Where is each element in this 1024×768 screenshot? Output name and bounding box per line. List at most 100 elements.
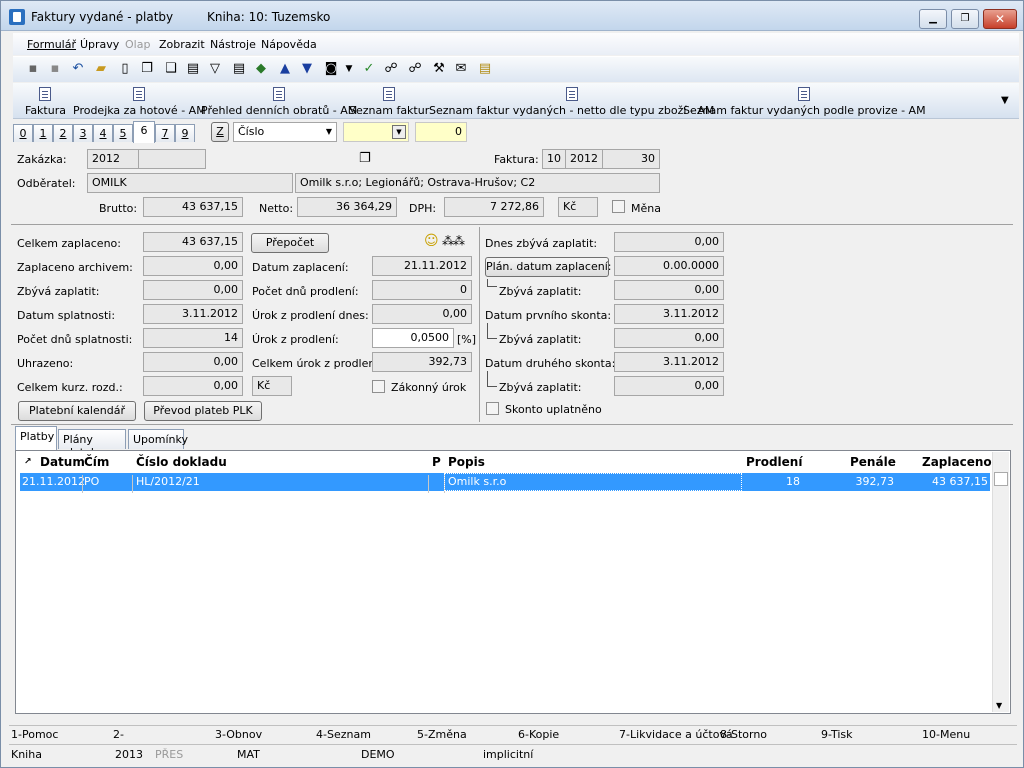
close-button[interactable]: ✕	[983, 9, 1017, 29]
tab-1[interactable]: 1	[33, 124, 53, 142]
toolbar-overflow-icon[interactable]: ▼	[1001, 95, 1009, 106]
save-as-icon[interactable]: ▪	[47, 61, 63, 77]
mena-checkbox[interactable]	[612, 200, 625, 213]
save-icon[interactable]: ▪	[25, 61, 41, 77]
zaplaceno-archivem-field[interactable]: 0,00	[143, 256, 243, 276]
col-cislo-dokladu[interactable]: Číslo dokladu	[136, 455, 227, 469]
report-faktura[interactable]: Faktura	[25, 85, 66, 117]
copy-icon[interactable]: ❐	[359, 151, 371, 166]
tab-9[interactable]: 9	[175, 124, 195, 142]
search-value-field[interactable]: 0	[415, 122, 467, 142]
fkey-3[interactable]: 3-Obnov	[215, 728, 262, 741]
plan-datum-button[interactable]: Plán. datum zaplacení:	[485, 257, 611, 277]
report-prehled[interactable]: Přehled denních obratů - AM	[201, 85, 357, 117]
urok-field[interactable]: 0,0500	[372, 328, 454, 348]
scroll-down-icon[interactable]: ▼	[996, 701, 1002, 710]
filter-field[interactable]: ▼	[343, 122, 409, 142]
odberatel-field[interactable]: OMILK	[87, 173, 293, 193]
col-popis[interactable]: Popis	[448, 455, 485, 469]
col-datum[interactable]: Datum	[40, 455, 85, 469]
prevod-plateb-button[interactable]: Převod plateb PLK	[144, 401, 262, 421]
report-seznam-faktur[interactable]: Seznam faktur	[349, 85, 429, 117]
fkey-6[interactable]: 6-Kopie	[518, 728, 559, 741]
tab-5[interactable]: 5	[113, 124, 133, 142]
zakonny-checkbox[interactable]	[372, 380, 385, 393]
dropdown-icon[interactable]: ▼	[392, 125, 406, 139]
dph-field[interactable]: 7 272,86	[444, 197, 544, 217]
binoculars-icon[interactable]: ☍	[383, 61, 399, 77]
new-document-icon[interactable]: ▯	[117, 61, 133, 77]
uhrazeno-field[interactable]: 0,00	[143, 352, 243, 372]
fkey-1[interactable]: 1-Pomoc	[11, 728, 58, 741]
filter-icon[interactable]: ▽	[207, 61, 223, 77]
report-seznam-netto[interactable]: Seznam faktur vydaných - netto dle typu …	[429, 85, 714, 117]
netto-field[interactable]: 36 364,29	[297, 197, 397, 217]
celkem-urok-field[interactable]: 392,73	[372, 352, 472, 372]
camera-dropdown-icon[interactable]: ▼	[341, 61, 357, 77]
zakazka-field[interactable]: 2012	[87, 149, 139, 169]
tab-upominky[interactable]: Upomínky	[128, 429, 188, 449]
undo-icon[interactable]: ↶	[70, 61, 86, 77]
pocet-dnu-field[interactable]: 14	[143, 328, 243, 348]
skonto-uplatneno-checkbox[interactable]	[486, 402, 499, 415]
menu-nastroje[interactable]: Nástroje	[210, 38, 256, 51]
tab-4[interactable]: 4	[93, 124, 113, 142]
col-cim[interactable]: Čím	[84, 455, 109, 469]
col-p[interactable]: P	[432, 455, 441, 469]
faktura-kniha-field[interactable]: 10	[542, 149, 566, 169]
book-icon[interactable]: ▤	[185, 61, 201, 77]
col-penale[interactable]: Penále	[850, 455, 896, 469]
platebni-kalendar-button[interactable]: Platební kalendář	[18, 401, 136, 421]
skonto2-field[interactable]: 3.11.2012	[614, 352, 724, 372]
fkey-10[interactable]: 10-Menu	[922, 728, 970, 741]
zbyva-field[interactable]: 0,00	[143, 280, 243, 300]
minimize-button[interactable]: ▁	[919, 9, 947, 29]
zbyva3-field[interactable]: 0,00	[614, 376, 724, 396]
sort-select[interactable]: Číslo ▼	[233, 122, 337, 142]
odberatel-name-field[interactable]: Omilk s.r.o; Legionářů; Ostrava-Hrušov; …	[295, 173, 660, 193]
coins-icon[interactable]: ⁂⁂	[442, 234, 465, 248]
prepocet-button[interactable]: Přepočet	[251, 233, 329, 253]
up-arrow-icon[interactable]: ▲	[277, 61, 293, 77]
notes-icon[interactable]: ▤	[477, 61, 493, 77]
fkey-5[interactable]: 5-Změna	[417, 728, 467, 741]
tools-icon[interactable]: ⚒	[431, 61, 447, 77]
brutto-field[interactable]: 43 637,15	[143, 197, 243, 217]
check-icon[interactable]: ✓	[361, 61, 377, 77]
vertical-scrollbar[interactable]: ▼	[992, 452, 1009, 712]
tab-3[interactable]: 3	[73, 124, 93, 142]
scroll-thumb[interactable]	[994, 472, 1008, 486]
menu-upravy[interactable]: Úpravy	[80, 38, 119, 51]
col-prodleni[interactable]: Prodlení	[746, 455, 802, 469]
menu-napoveda[interactable]: Nápověda	[261, 38, 317, 51]
kurz-field[interactable]: 0,00	[143, 376, 243, 396]
pocet-prodleni-field[interactable]: 0	[372, 280, 472, 300]
celkem-zaplaceno-field[interactable]: 43 637,15	[143, 232, 243, 252]
camera-icon[interactable]: ◙	[323, 61, 339, 77]
zbyva1-field[interactable]: 0,00	[614, 280, 724, 300]
col-zaplaceno[interactable]: Zaplaceno	[922, 455, 992, 469]
table-row[interactable]: 21.11.2012 PO HL/2012/21 Omilk s.r.o 18 …	[20, 473, 990, 493]
report-seznam-provize[interactable]: Seznam faktur vydaných podle provize - A…	[683, 85, 926, 117]
skonto1-field[interactable]: 3.11.2012	[614, 304, 724, 324]
zbyva2-field[interactable]: 0,00	[614, 328, 724, 348]
fkey-2[interactable]: 2-	[113, 728, 124, 741]
tab-6[interactable]: 6	[133, 121, 155, 143]
maximize-button[interactable]: ❐	[951, 9, 979, 29]
tab-0[interactable]: 0	[13, 124, 33, 142]
copy-icon[interactable]: ❐	[139, 61, 155, 77]
datum-zaplaceni-field[interactable]: 21.11.2012	[372, 256, 472, 276]
menu-zobrazit[interactable]: Zobrazit	[159, 38, 205, 51]
binoculars-next-icon[interactable]: ☍	[407, 61, 423, 77]
tab-2[interactable]: 2	[53, 124, 73, 142]
urok-dnes-field[interactable]: 0,00	[372, 304, 472, 324]
mail-icon[interactable]: ✉	[453, 61, 469, 77]
tab-plany-plateb[interactable]: Plány plateb	[58, 429, 126, 459]
fkey-8[interactable]: 8-Storno	[720, 728, 767, 741]
down-arrow-icon[interactable]: ▼	[299, 61, 315, 77]
fkey-9[interactable]: 9-Tisk	[821, 728, 853, 741]
zakazka-name-field[interactable]	[138, 149, 206, 169]
menu-formular[interactable]: Formulář	[27, 38, 76, 51]
tab-7[interactable]: 7	[155, 124, 175, 142]
open-folder-icon[interactable]: ▰	[93, 61, 109, 77]
